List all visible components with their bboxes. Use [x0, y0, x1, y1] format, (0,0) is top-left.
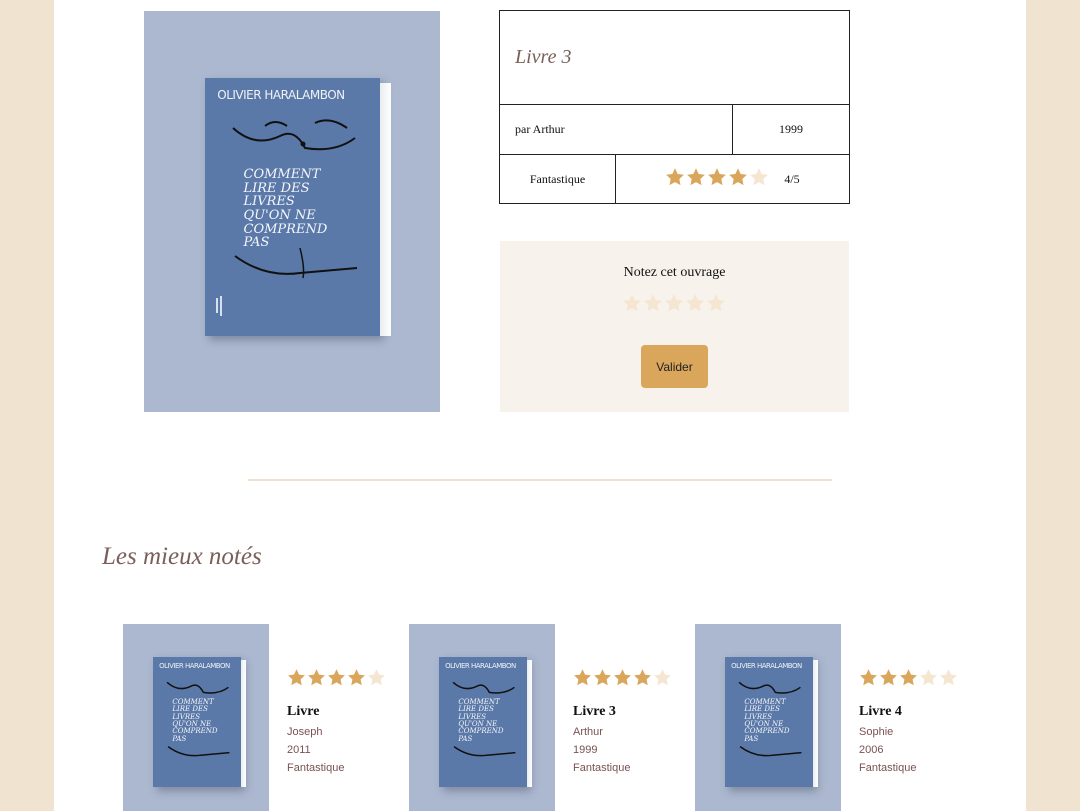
star-icon[interactable]	[664, 293, 684, 313]
cover-author: OLIVIER HARALAMBON	[159, 662, 230, 671]
star-icon	[920, 669, 937, 686]
book-thumbnail[interactable]: OLIVIER HARALAMBON COMMENT LIRE DES LIVRE…	[123, 624, 269, 811]
star-icon[interactable]	[685, 293, 705, 313]
book-title: Livre 3	[500, 11, 849, 105]
star-icon	[880, 669, 897, 686]
star-icon[interactable]	[643, 293, 663, 313]
cover-title: COMMENT LIRE DES LIVRES QU'ON NE COMPREN…	[172, 698, 218, 743]
book-illustration: OLIVIER HARALAMBON COMMENT LIRE DES LIVRE…	[439, 657, 533, 787]
top-rated-card[interactable]: OLIVIER HARALAMBON COMMENT LIRE DES LIVRE…	[695, 624, 970, 811]
star-icon	[654, 669, 671, 686]
book-rating: 4/5	[616, 155, 849, 203]
star-icon	[574, 669, 591, 686]
star-icon	[328, 669, 345, 686]
book-genre: Fantastique	[500, 155, 616, 203]
card-year: 2011	[287, 744, 311, 756]
card-title[interactable]: Livre 3	[573, 704, 673, 720]
cover-title: COMMENT LIRE DES LIVRES QU'ON NE COMPREN…	[243, 167, 328, 251]
card-meta: Livre 4 Sophie 2006 Fantastique	[859, 668, 959, 774]
top-rated-card[interactable]: OLIVIER HARALAMBON COMMENT LIRE DES LIVRE…	[123, 624, 398, 811]
rating-input-stars[interactable]	[500, 293, 849, 313]
section-divider	[248, 479, 832, 481]
star-icon	[348, 669, 365, 686]
book-illustration: OLIVIER HARALAMBON COMMENT LIRE DES LIVRE…	[725, 657, 819, 787]
star-icon	[594, 669, 611, 686]
book-thumbnail[interactable]: OLIVIER HARALAMBON COMMENT LIRE DES LIVRE…	[695, 624, 841, 811]
submit-rating-button[interactable]: Valider	[641, 345, 708, 388]
rate-form: Notez cet ouvrage Valider	[500, 241, 849, 412]
card-year: 1999	[573, 744, 598, 756]
card-genre: Fantastique	[859, 762, 917, 774]
star-icon	[750, 168, 769, 186]
book-thumbnail[interactable]: OLIVIER HARALAMBON COMMENT LIRE DES LIVRE…	[409, 624, 555, 811]
card-year: 2006	[859, 744, 884, 756]
star-icon	[368, 669, 385, 686]
page: OLIVIER HARALAMBON COMMENT LIRE DES LIVR…	[54, 0, 1026, 811]
star-icon[interactable]	[706, 293, 726, 313]
cover-title: COMMENT LIRE DES LIVRES QU'ON NE COMPREN…	[458, 698, 504, 743]
star-icon	[900, 669, 917, 686]
book-info-table: Livre 3 par Arthur 1999 Fantastique 4/5	[499, 10, 850, 204]
card-title[interactable]: Livre	[287, 704, 387, 720]
book-author: par Arthur	[500, 105, 733, 155]
top-rated-card[interactable]: OLIVIER HARALAMBON COMMENT LIRE DES LIVRE…	[409, 624, 684, 811]
star-icon	[940, 669, 957, 686]
star-icon	[288, 669, 305, 686]
card-rating-stars	[573, 668, 673, 692]
star-icon	[634, 669, 651, 686]
star-icon	[666, 168, 685, 186]
rate-prompt: Notez cet ouvrage	[623, 265, 726, 280]
card-rating-stars	[859, 668, 959, 692]
star-icon	[708, 168, 727, 186]
rating-text: 4/5	[784, 171, 800, 186]
book-spine	[380, 83, 391, 336]
cover-title: COMMENT LIRE DES LIVRES QU'ON NE COMPREN…	[744, 698, 790, 743]
card-genre: Fantastique	[287, 762, 345, 774]
star-icon	[614, 669, 631, 686]
book-year: 1999	[733, 105, 849, 155]
book-illustration: OLIVIER HARALAMBON COMMENT LIRE DES LIVR…	[205, 78, 391, 336]
card-rating-stars	[287, 668, 387, 692]
card-author: Sophie	[859, 726, 894, 738]
star-icon[interactable]	[622, 293, 642, 313]
rating-stars	[665, 167, 770, 191]
star-icon	[308, 669, 325, 686]
star-icon	[729, 168, 748, 186]
book-spine	[527, 659, 533, 787]
card-genre: Fantastique	[573, 762, 631, 774]
book-cover: OLIVIER HARALAMBON COMMENT LIRE DES LIVR…	[144, 11, 440, 412]
book-spine	[241, 659, 247, 787]
star-icon	[860, 669, 877, 686]
section-title: Les mieux notés	[102, 543, 262, 570]
cover-author: OLIVIER HARALAMBON	[731, 662, 802, 671]
card-author: Joseph	[287, 726, 323, 738]
card-meta: Livre 3 Arthur 1999 Fantastique	[573, 668, 673, 774]
card-meta: Livre Joseph 2011 Fantastique	[287, 668, 387, 774]
card-title[interactable]: Livre 4	[859, 704, 959, 720]
cover-author: OLIVIER HARALAMBON	[445, 662, 516, 671]
book-illustration: OLIVIER HARALAMBON COMMENT LIRE DES LIVRE…	[153, 657, 247, 787]
star-icon	[687, 168, 706, 186]
book-spine	[813, 659, 819, 787]
card-author: Arthur	[573, 726, 603, 738]
